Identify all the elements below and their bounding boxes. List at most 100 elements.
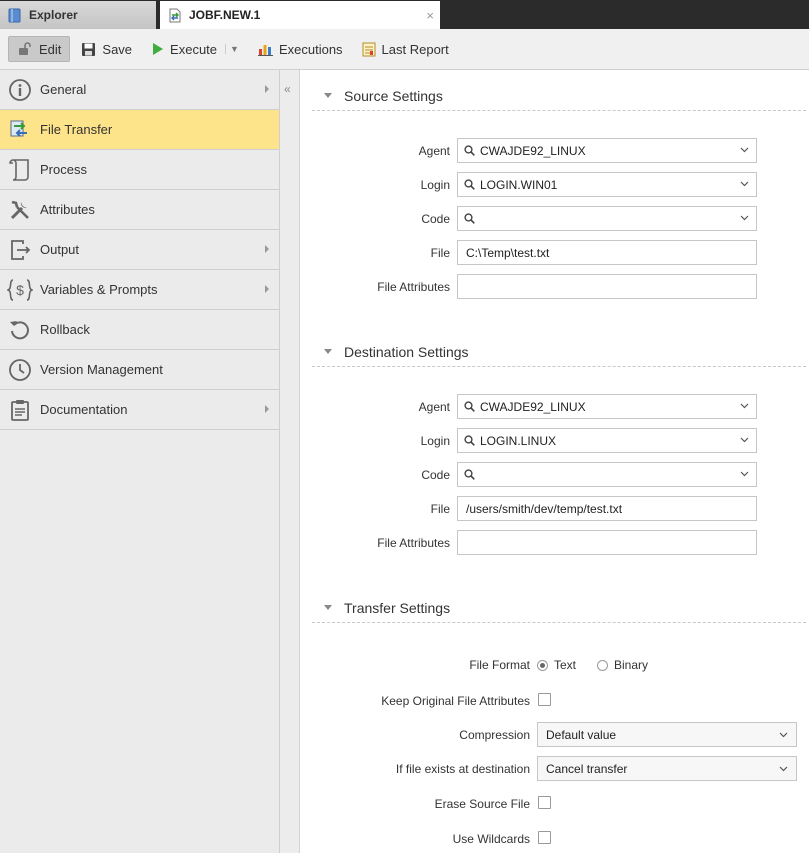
search-icon — [464, 469, 475, 480]
edit-button[interactable]: Edit — [8, 36, 71, 62]
info-icon — [0, 78, 40, 102]
destination-file-attributes-label: File Attributes — [377, 536, 450, 550]
sidebar-item-label: General — [40, 82, 87, 97]
section-source-settings[interactable]: Source Settings — [312, 81, 806, 111]
compression-label: Compression — [459, 728, 530, 742]
sidebar-item-output[interactable]: Output — [0, 230, 279, 270]
erase-source-file-checkbox[interactable] — [538, 796, 551, 809]
tab-active-label: JOBF.NEW.1 — [189, 8, 261, 22]
source-agent-value: CWAJDE92_LINUX — [480, 143, 586, 158]
file-transfer-tab-icon — [169, 8, 181, 22]
tab-jobf-new-1[interactable]: JOBF.NEW.1 × — [160, 1, 440, 29]
destination-file-attributes-input[interactable] — [457, 530, 757, 555]
destination-file-input[interactable]: /users/smith/dev/temp/test.txt — [457, 496, 757, 521]
destination-code-label: Code — [421, 468, 450, 482]
source-file-attributes-input[interactable] — [457, 274, 757, 299]
search-icon — [464, 179, 475, 190]
sidebar-item-documentation[interactable]: Documentation — [0, 390, 279, 430]
sidebar-item-label: Version Management — [40, 362, 163, 377]
collapse-sidebar-icon[interactable]: « — [284, 82, 291, 96]
destination-code-combo[interactable] — [457, 462, 757, 487]
file-format-binary-radio[interactable]: Binary — [597, 658, 648, 672]
submenu-arrow-icon — [265, 285, 269, 293]
rollback-icon — [0, 318, 40, 342]
collapse-triangle-icon[interactable] — [324, 93, 332, 98]
execute-button-label: Execute — [170, 41, 218, 57]
last-report-button[interactable]: Last Report — [354, 36, 457, 62]
source-login-label: Login — [420, 178, 450, 192]
destination-file-label: File — [430, 502, 450, 516]
destination-login-combo[interactable]: LOGIN.LINUX — [457, 428, 757, 453]
source-file-value: C:\Temp\test.txt — [466, 245, 550, 260]
section-transfer-settings[interactable]: Transfer Settings — [312, 593, 806, 623]
sidebar-item-process[interactable]: Process — [0, 150, 279, 190]
file-exists-select[interactable]: Cancel transfer — [537, 756, 797, 781]
radio-label: Text — [554, 658, 577, 672]
edit-button-label: Edit — [39, 41, 62, 57]
chevron-down-icon[interactable] — [779, 732, 788, 738]
sidebar-item-variables-prompts[interactable]: $ Variables & Prompts — [0, 270, 279, 310]
source-agent-label: Agent — [418, 144, 450, 158]
use-wildcards-label: Use Wildcards — [452, 832, 530, 846]
search-icon — [464, 401, 475, 412]
collapse-triangle-icon[interactable] — [324, 605, 332, 610]
submenu-arrow-icon — [265, 245, 269, 253]
output-icon — [0, 238, 40, 262]
clipboard-icon — [0, 398, 40, 422]
chevron-down-icon[interactable] — [740, 181, 749, 187]
tab-explorer[interactable]: Explorer — [0, 1, 156, 29]
toolbar: Edit Save Execute ▼ Executions Last Repo… — [0, 29, 809, 70]
section-title: Transfer Settings — [344, 599, 451, 616]
source-code-combo[interactable] — [457, 206, 757, 231]
execute-button[interactable]: Execute ▼ — [143, 36, 247, 62]
svg-text:$: $ — [16, 282, 24, 298]
save-icon — [81, 42, 96, 57]
sidebar-item-general[interactable]: General — [0, 70, 279, 110]
sidebar-item-attributes[interactable]: Attributes — [0, 190, 279, 230]
source-file-input[interactable]: C:\Temp\test.txt — [457, 240, 757, 265]
sidebar: General File Transfer Process Attributes… — [0, 70, 280, 853]
close-icon[interactable]: × — [426, 8, 434, 23]
chevron-down-icon[interactable] — [740, 215, 749, 221]
executions-button[interactable]: Executions — [250, 36, 351, 62]
chevron-down-icon[interactable] — [740, 471, 749, 477]
destination-agent-label: Agent — [418, 400, 450, 414]
source-agent-combo[interactable]: CWAJDE92_LINUX — [457, 138, 757, 163]
save-button[interactable]: Save — [73, 36, 140, 62]
chevron-down-icon[interactable] — [740, 147, 749, 153]
destination-agent-combo[interactable]: CWAJDE92_LINUX — [457, 394, 757, 419]
sidebar-item-rollback[interactable]: Rollback — [0, 310, 279, 350]
destination-login-value: LOGIN.LINUX — [480, 433, 557, 448]
radio-label: Binary — [614, 658, 649, 672]
sidebar-item-label: Output — [40, 242, 80, 257]
chevron-down-icon[interactable] — [740, 437, 749, 443]
file-exists-value: Cancel transfer — [546, 761, 628, 776]
destination-login-label: Login — [420, 434, 450, 448]
use-wildcards-checkbox[interactable] — [538, 831, 551, 844]
last-report-button-label: Last Report — [381, 41, 449, 57]
compression-select[interactable]: Default value — [537, 722, 797, 747]
tab-bar: Explorer JOBF.NEW.1 × — [0, 0, 809, 29]
file-format-label: File Format — [469, 658, 530, 672]
keep-original-attributes-label: Keep Original File Attributes — [381, 694, 530, 708]
keep-original-attributes-checkbox[interactable] — [538, 693, 551, 706]
report-icon — [362, 42, 376, 57]
chevron-down-icon[interactable] — [740, 403, 749, 409]
chevron-down-icon[interactable]: ▼ — [225, 44, 239, 54]
file-format-text-radio[interactable]: Text — [537, 658, 576, 672]
search-icon — [464, 435, 475, 446]
chevron-down-icon[interactable] — [779, 766, 788, 772]
source-login-combo[interactable]: LOGIN.WIN01 — [457, 172, 757, 197]
destination-file-value: /users/smith/dev/temp/test.txt — [466, 501, 623, 516]
radio-unselected-icon — [597, 659, 608, 671]
sidebar-item-label: Rollback — [40, 322, 90, 337]
collapse-triangle-icon[interactable] — [324, 349, 332, 354]
file-exists-label: If file exists at destination — [395, 762, 530, 776]
section-title: Source Settings — [344, 87, 443, 104]
section-destination-settings[interactable]: Destination Settings — [312, 337, 806, 367]
sidebar-item-version-management[interactable]: Version Management — [0, 350, 279, 390]
collapse-strip: « — [280, 70, 300, 853]
explorer-icon — [8, 8, 21, 22]
sidebar-item-file-transfer[interactable]: File Transfer — [0, 110, 279, 150]
sidebar-item-label: Variables & Prompts — [40, 282, 158, 297]
